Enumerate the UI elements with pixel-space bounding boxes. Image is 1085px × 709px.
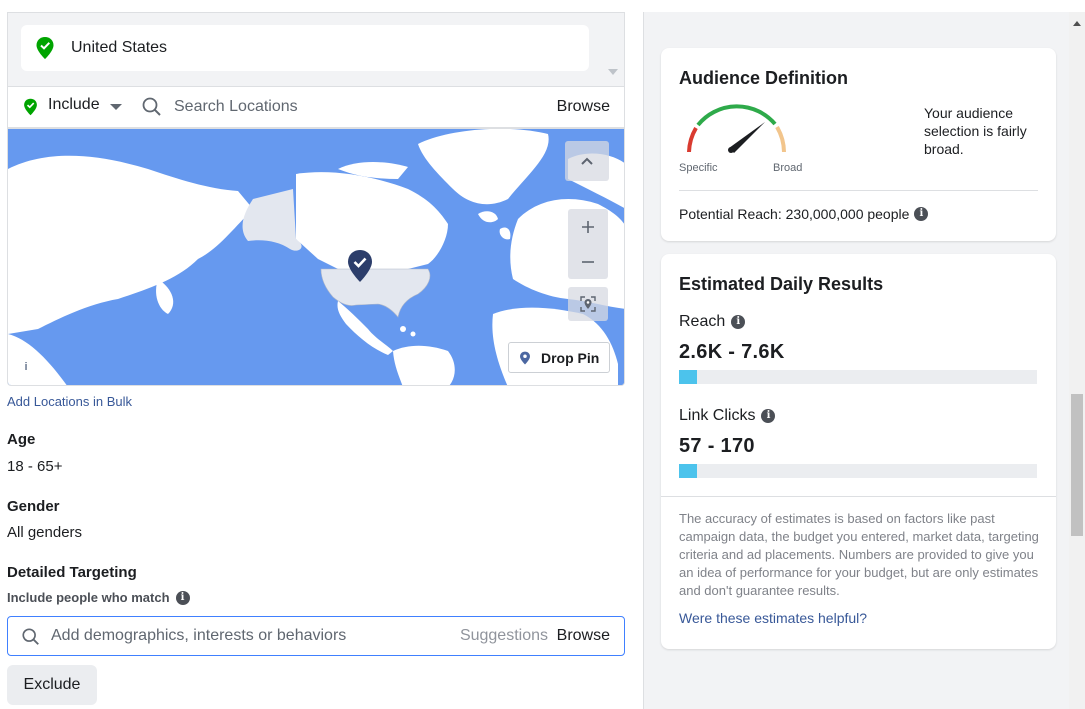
link-clicks-bar-fill — [679, 464, 697, 478]
info-icon[interactable]: i — [914, 207, 929, 221]
selected-locations-box: United States — [7, 12, 625, 86]
gauge-specific-label: Specific — [679, 162, 718, 174]
location-map[interactable]: i Drop Pin — [7, 128, 625, 386]
include-people-text: Include people who match — [7, 590, 170, 605]
scroll-up-arrow-icon[interactable] — [1073, 21, 1081, 26]
gender-heading: Gender — [7, 498, 60, 515]
estimates-panel: Audience Definition Specific Broad Your … — [643, 12, 1069, 709]
locate-icon — [578, 294, 598, 314]
audience-description: Your audience selection is fairly broad. — [924, 105, 1027, 157]
targeting-column: United States Include Search Locations B… — [0, 0, 643, 709]
search-icon — [141, 96, 163, 123]
age-value[interactable]: 18 - 65+ — [7, 458, 62, 475]
reach-value: 2.6K - 7.6K — [679, 341, 785, 363]
card-divider — [679, 190, 1038, 191]
location-browse-button[interactable]: Browse — [557, 98, 610, 116]
potential-reach-text: Potential Reach: 230,000,000 people — [679, 206, 910, 222]
suggestions-button[interactable]: Suggestions — [460, 627, 548, 645]
include-dropdown[interactable]: Include — [48, 96, 100, 114]
page-scrollbar[interactable] — [1069, 12, 1085, 709]
minus-icon — [581, 260, 595, 264]
map-collapse-button[interactable] — [565, 141, 609, 181]
info-icon[interactable]: i — [761, 409, 776, 423]
link-clicks-value: 57 - 170 — [679, 435, 755, 457]
detailed-targeting-heading: Detailed Targeting — [7, 564, 137, 581]
chevron-up-icon — [580, 156, 594, 166]
audience-gauge — [679, 104, 799, 165]
search-icon — [21, 627, 41, 652]
gauge-broad-label: Broad — [773, 162, 803, 174]
audience-definition-title: Audience Definition — [679, 68, 849, 88]
estimates-helpful-link[interactable]: Were these estimates helpful? — [679, 610, 867, 626]
zoom-out-button[interactable] — [568, 245, 608, 279]
detailed-targeting-browse-button[interactable]: Browse — [557, 627, 610, 645]
age-heading: Age — [7, 431, 36, 448]
estimated-results-title: Estimated Daily Results — [679, 274, 884, 294]
zoom-in-button[interactable] — [568, 209, 608, 245]
map-pin-icon — [519, 351, 531, 365]
exclude-button[interactable]: Exclude — [7, 665, 97, 705]
estimated-daily-results-card: Estimated Daily Results Reach i 2.6K - 7… — [661, 254, 1056, 649]
card-divider — [661, 496, 1056, 497]
gender-value[interactable]: All genders — [7, 524, 82, 541]
location-pin-icon — [35, 36, 55, 65]
link-clicks-label: Link Clicks i — [679, 407, 776, 425]
location-chip-united-states[interactable]: United States — [21, 25, 589, 71]
info-icon[interactable]: i — [175, 590, 190, 605]
drop-pin-label: Drop Pin — [541, 350, 600, 366]
location-search-input[interactable]: Search Locations — [174, 98, 298, 116]
scrollbar-thumb[interactable] — [1071, 394, 1083, 536]
location-search-bar: Include Search Locations Browse — [7, 86, 625, 128]
plus-icon — [581, 220, 595, 234]
estimates-disclaimer: The accuracy of estimates is based on fa… — [679, 511, 1039, 598]
location-chip-label: United States — [71, 39, 168, 56]
reach-label: Reach i — [679, 313, 746, 331]
checkmark-pin-icon — [346, 249, 374, 283]
reach-label-text: Reach — [679, 313, 726, 330]
caret-down-icon[interactable] — [110, 104, 122, 110]
audience-definition-card: Audience Definition Specific Broad Your … — [661, 48, 1056, 241]
link-clicks-bar — [679, 464, 1037, 478]
reach-bar — [679, 370, 1037, 384]
drop-pin-button[interactable]: Drop Pin — [508, 342, 610, 373]
map-info-icon[interactable]: i — [18, 359, 34, 375]
detailed-targeting-input[interactable]: Add demographics, interests or behaviors… — [7, 616, 625, 656]
link-clicks-label-text: Link Clicks — [679, 407, 756, 424]
reach-bar-fill — [679, 370, 697, 384]
detailed-targeting-placeholder: Add demographics, interests or behaviors — [51, 627, 347, 644]
location-pin-icon — [23, 98, 38, 121]
caret-down-icon[interactable] — [608, 69, 618, 75]
locate-button[interactable] — [568, 287, 608, 321]
info-icon[interactable]: i — [731, 315, 746, 329]
include-people-label: Include people who match i — [7, 590, 190, 605]
add-locations-bulk-link[interactable]: Add Locations in Bulk — [7, 394, 132, 409]
potential-reach: Potential Reach: 230,000,000 people i — [679, 206, 929, 222]
